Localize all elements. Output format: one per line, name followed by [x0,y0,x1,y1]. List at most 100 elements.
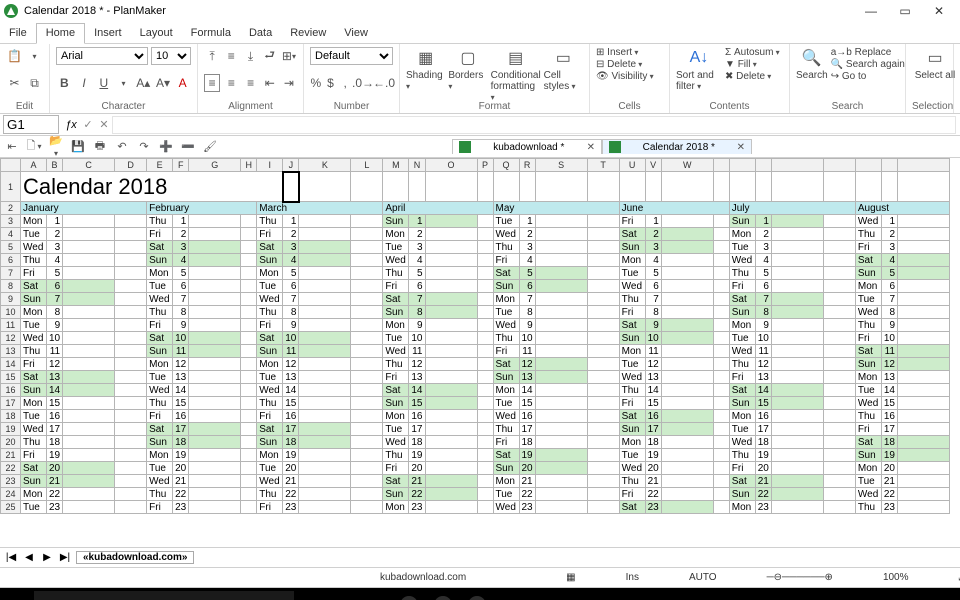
bold-button[interactable]: B [56,74,73,92]
spacer-cell[interactable] [587,267,619,280]
day-num-cell[interactable]: 2 [881,228,897,241]
day-name-cell[interactable]: Wed [383,436,409,449]
day-name-cell[interactable]: Sat [729,384,755,397]
day-num-cell[interactable]: 3 [755,241,771,254]
day-gap-cell[interactable] [661,462,713,475]
spacer-cell[interactable] [241,423,257,436]
spacer-cell[interactable] [241,345,257,358]
col-header[interactable]: A [21,159,47,172]
spacer-cell[interactable] [713,254,729,267]
day-name-cell[interactable]: Wed [257,293,283,306]
day-name-cell[interactable]: Wed [257,475,283,488]
day-gap-cell[interactable] [771,462,823,475]
day-gap-cell[interactable] [898,306,950,319]
day-num-cell[interactable]: 13 [519,371,535,384]
day-num-cell[interactable]: 6 [755,280,771,293]
col-header[interactable]: L [351,159,383,172]
col-header[interactable]: W [661,159,713,172]
day-gap-cell[interactable] [898,449,950,462]
col-header[interactable] [881,159,897,172]
replace-button[interactable]: a→b Replace [831,47,905,58]
day-name-cell[interactable]: Tue [619,267,645,280]
day-num-cell[interactable]: 5 [755,267,771,280]
day-gap-cell[interactable] [189,449,241,462]
day-gap-cell[interactable] [535,280,587,293]
day-name-cell[interactable]: Wed [619,280,645,293]
day-gap-cell[interactable] [189,228,241,241]
day-gap-cell[interactable] [898,371,950,384]
spacer-cell[interactable] [823,397,855,410]
day-gap-cell[interactable] [299,501,351,514]
day-num-cell[interactable]: 9 [519,319,535,332]
insert-cells-button[interactable]: ⊞ Insert [596,47,663,58]
day-num-cell[interactable]: 22 [409,488,425,501]
day-num-cell[interactable]: 17 [755,423,771,436]
spacer-cell[interactable] [115,475,147,488]
day-name-cell[interactable]: Thu [619,384,645,397]
day-gap-cell[interactable] [63,475,115,488]
day-gap-cell[interactable] [771,410,823,423]
spacer-cell[interactable] [241,449,257,462]
day-name-cell[interactable]: Sun [729,488,755,501]
day-gap-cell[interactable] [661,332,713,345]
day-name-cell[interactable]: Sun [21,293,47,306]
day-name-cell[interactable]: Mon [383,319,409,332]
status-border-icon[interactable]: ▦ [566,572,575,583]
day-num-cell[interactable]: 21 [47,475,63,488]
day-name-cell[interactable]: Tue [383,332,409,345]
day-name-cell[interactable]: Wed [729,254,755,267]
day-gap-cell[interactable] [661,384,713,397]
day-name-cell[interactable]: Thu [257,215,283,228]
day-gap-cell[interactable] [425,306,477,319]
day-gap-cell[interactable] [425,384,477,397]
day-num-cell[interactable]: 1 [47,215,63,228]
day-gap-cell[interactable] [189,319,241,332]
day-num-cell[interactable]: 21 [645,475,661,488]
spacer-cell[interactable] [115,371,147,384]
conditional-formatting-button[interactable]: ▤Conditional formatting [491,47,541,103]
day-num-cell[interactable]: 11 [283,345,299,358]
day-name-cell[interactable]: Wed [147,475,173,488]
spacer-cell[interactable] [241,501,257,514]
day-name-cell[interactable]: Thu [383,267,409,280]
day-num-cell[interactable]: 6 [409,280,425,293]
spacer-cell[interactable] [713,319,729,332]
day-num-cell[interactable]: 21 [409,475,425,488]
day-name-cell[interactable]: Mon [147,358,173,371]
day-gap-cell[interactable] [299,371,351,384]
day-name-cell[interactable]: Wed [257,384,283,397]
spacer-cell[interactable] [241,436,257,449]
font-color-button[interactable]: A [174,74,191,92]
day-num-cell[interactable]: 11 [881,345,897,358]
formula-cancel-icon[interactable]: ✕ [96,118,112,131]
day-gap-cell[interactable] [661,345,713,358]
zoom-out-icon[interactable]: ➖ [180,140,196,153]
day-num-cell[interactable]: 4 [881,254,897,267]
day-gap-cell[interactable] [771,501,823,514]
fx-icon[interactable]: ƒx [62,119,80,131]
spacer-cell[interactable] [713,488,729,501]
start-button[interactable]: ⊞ [0,597,34,600]
spacer-cell[interactable] [823,423,855,436]
spacer-cell[interactable] [351,332,383,345]
day-gap-cell[interactable] [425,423,477,436]
day-gap-cell[interactable] [299,423,351,436]
day-gap-cell[interactable] [898,332,950,345]
day-name-cell[interactable]: Tue [729,332,755,345]
spacer-cell[interactable] [241,319,257,332]
day-gap-cell[interactable] [63,254,115,267]
day-num-cell[interactable]: 16 [881,410,897,423]
day-gap-cell[interactable] [299,358,351,371]
spacer-cell[interactable] [115,293,147,306]
day-name-cell[interactable]: Fri [21,449,47,462]
visibility-button[interactable]: 👁 Visibility [596,71,663,82]
day-gap-cell[interactable] [425,371,477,384]
col-header[interactable]: Q [493,159,519,172]
day-name-cell[interactable]: Fri [147,501,173,514]
day-gap-cell[interactable] [425,215,477,228]
day-name-cell[interactable]: Fri [619,488,645,501]
day-name-cell[interactable]: Thu [855,319,881,332]
goto-button[interactable]: ↪ Go to [831,71,905,82]
day-num-cell[interactable]: 20 [409,462,425,475]
day-name-cell[interactable]: Sat [619,228,645,241]
